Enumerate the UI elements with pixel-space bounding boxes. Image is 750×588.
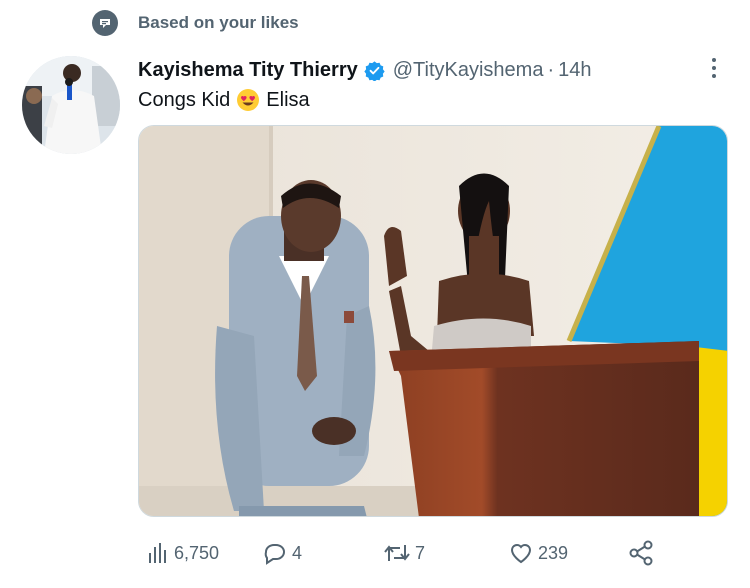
reply-button[interactable]: 4: [262, 538, 302, 568]
verified-badge-icon: [364, 60, 385, 81]
views-chart-icon: [149, 543, 166, 563]
more-options-icon[interactable]: [704, 55, 724, 81]
author-handle[interactable]: @TityKayishema: [393, 59, 544, 82]
author-name[interactable]: Kayishema Tity Thierry: [138, 59, 358, 82]
heart-eyes-emoji-icon: [237, 89, 260, 111]
views-button[interactable]: 6,750: [146, 538, 219, 568]
social-context-label: Based on your likes: [138, 13, 299, 32]
tweet-text: Congs Kid Elisa: [138, 88, 310, 112]
views-count: 6,750: [174, 542, 220, 563]
author-avatar[interactable]: [22, 56, 120, 154]
tweet-timestamp[interactable]: 14h: [558, 59, 591, 82]
like-count: 239: [538, 542, 569, 563]
social-context: Based on your likes: [92, 10, 299, 36]
share-icon: [629, 540, 653, 566]
retweet-button[interactable]: 7: [383, 538, 425, 568]
tweet-media-photo[interactable]: [138, 125, 728, 517]
retweet-arrows-icon: [384, 545, 410, 561]
header-separator: ·: [547, 58, 555, 81]
retweet-count: 7: [415, 542, 426, 563]
topic-bubble-icon: [92, 10, 118, 36]
share-button[interactable]: [628, 538, 660, 568]
tweet-text-part-2: Elisa: [266, 88, 310, 111]
reply-bubble-icon: [264, 544, 285, 565]
like-button[interactable]: 239: [508, 538, 568, 568]
heart-icon: [510, 544, 532, 564]
tweet-text-part-1: Congs Kid: [138, 88, 231, 111]
tweet-header: Kayishema Tity Thierry @TityKayishema · …: [138, 56, 728, 84]
reply-count: 4: [292, 542, 303, 563]
